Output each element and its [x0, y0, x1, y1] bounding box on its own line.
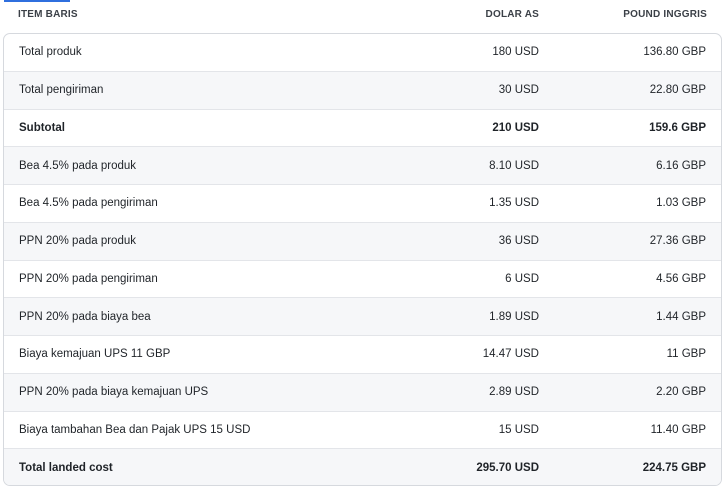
row-item: PPN 20% pada pengiriman	[19, 272, 158, 285]
active-tab-indicator	[4, 0, 70, 2]
header-gbp: POUND INGGRIS	[623, 8, 707, 20]
row-gbp: 11.40 GBP	[650, 423, 706, 436]
row-gbp: 11 GBP	[666, 348, 706, 361]
landed-cost-table: Total produk 180 USD 136.80 GBP Total pe…	[3, 33, 722, 486]
table-row: PPN 20% pada pengiriman 6 USD 4.56 GBP	[4, 261, 721, 299]
table-row: PPN 20% pada biaya bea 1.89 USD 1.44 GBP	[4, 298, 721, 336]
row-item: Total landed cost	[19, 462, 113, 475]
row-usd: 2.89 USD	[489, 386, 539, 399]
row-usd: 180 USD	[492, 46, 539, 59]
row-gbp: 27.36 GBP	[649, 235, 706, 248]
row-gbp: 159.6 GBP	[649, 121, 706, 134]
row-usd: 1.35 USD	[489, 197, 539, 210]
row-gbp: 6.16 GBP	[656, 159, 706, 172]
table-row: Total pengiriman 30 USD 22.80 GBP	[4, 71, 721, 110]
row-item: Biaya tambahan Bea dan Pajak UPS 15 USD	[19, 423, 251, 436]
row-usd: 14.47 USD	[482, 348, 539, 361]
row-item: Bea 4.5% pada produk	[19, 159, 137, 172]
row-item: Subtotal	[19, 121, 65, 134]
row-usd: 6 USD	[505, 272, 539, 285]
header-item: ITEM BARIS	[18, 8, 78, 20]
row-item: PPN 20% pada biaya kemajuan UPS	[19, 386, 209, 399]
row-usd: 8.10 USD	[489, 159, 539, 172]
row-gbp: 4.56 GBP	[656, 272, 706, 285]
table-row: Bea 4.5% pada produk 8.10 USD 6.16 GBP	[4, 147, 721, 185]
row-item: PPN 20% pada produk	[19, 235, 136, 248]
row-gbp: 2.20 GBP	[656, 386, 706, 399]
row-usd: 15 USD	[498, 423, 539, 436]
row-gbp: 1.44 GBP	[656, 310, 706, 323]
row-usd: 210 USD	[492, 121, 539, 134]
row-usd: 36 USD	[498, 235, 539, 248]
row-usd: 1.89 USD	[489, 310, 539, 323]
header-usd: DOLAR AS	[485, 8, 539, 20]
table-row: Total produk 180 USD 136.80 GBP	[4, 34, 721, 72]
row-item: Total pengiriman	[19, 84, 104, 97]
table-row-subtotal: Subtotal 210 USD 159.6 GBP	[4, 110, 721, 148]
row-item: PPN 20% pada biaya bea	[19, 310, 151, 323]
table-row: Biaya kemajuan UPS 11 GBP 14.47 USD 11 G…	[4, 336, 721, 374]
row-item: Bea 4.5% pada pengiriman	[19, 197, 158, 210]
table-row: PPN 20% pada biaya kemajuan UPS 2.89 USD…	[4, 373, 721, 412]
table-row: Biaya tambahan Bea dan Pajak UPS 15 USD …	[4, 412, 721, 450]
row-usd: 30 USD	[498, 84, 539, 97]
table-row: Bea 4.5% pada pengiriman 1.35 USD 1.03 G…	[4, 185, 721, 223]
row-item: Total produk	[19, 46, 82, 59]
table-row-total: Total landed cost 295.70 USD 224.75 GBP	[4, 449, 721, 485]
table-header: ITEM BARIS DOLAR AS POUND INGGRIS	[3, 3, 722, 25]
row-gbp: 136.80 GBP	[643, 46, 706, 59]
row-item: Biaya kemajuan UPS 11 GBP	[19, 348, 171, 361]
row-gbp: 224.75 GBP	[642, 462, 706, 475]
row-gbp: 22.80 GBP	[649, 84, 706, 97]
table-row: PPN 20% pada produk 36 USD 27.36 GBP	[4, 222, 721, 261]
row-usd: 295.70 USD	[476, 462, 539, 475]
row-gbp: 1.03 GBP	[656, 197, 706, 210]
